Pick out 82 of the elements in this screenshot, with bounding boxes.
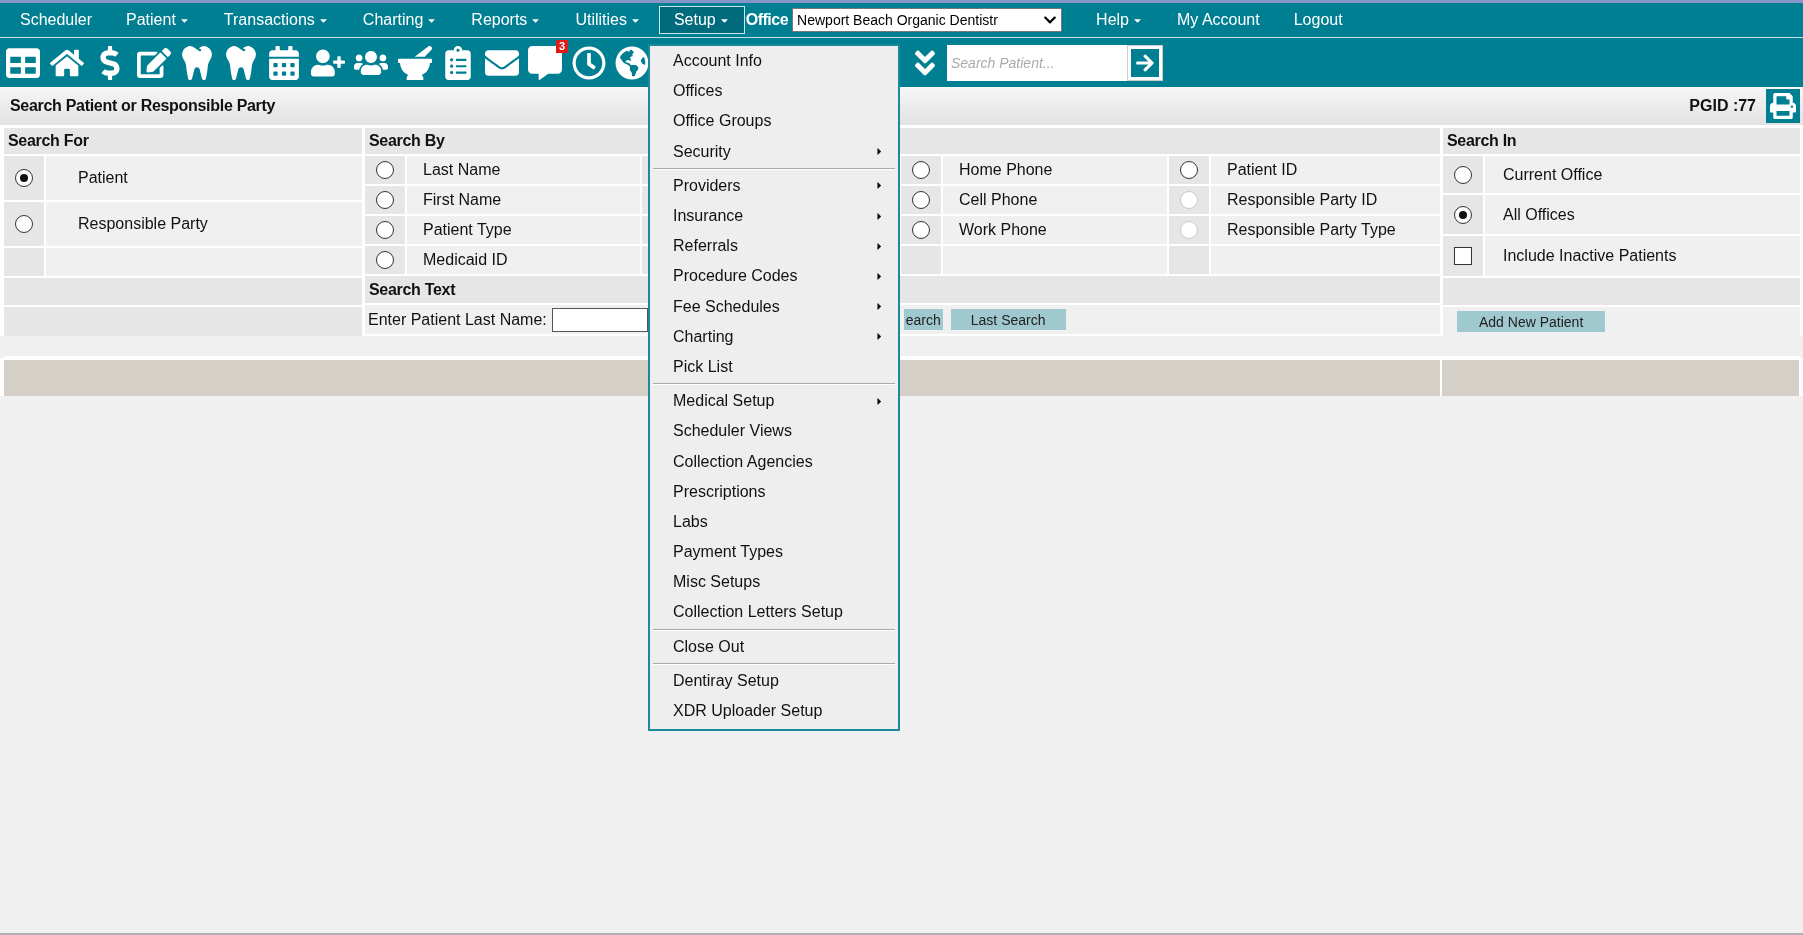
menu-item[interactable]: Help xyxy=(1096,11,1143,29)
menu-entry[interactable]: Labs xyxy=(653,506,895,537)
menu-entry[interactable]: Pick List xyxy=(653,351,895,383)
menu-item[interactable]: Charting xyxy=(362,11,438,29)
option-label: Work Phone xyxy=(943,216,1167,244)
office-select[interactable]: Newport Beach Organic Dentistr xyxy=(792,8,1063,32)
menu-entry[interactable]: Payment Types xyxy=(653,537,895,568)
menu-item[interactable]: My Account xyxy=(1177,11,1260,29)
menu-item[interactable]: Utilities xyxy=(575,11,641,29)
radio-button[interactable] xyxy=(376,161,394,179)
form-cell xyxy=(4,248,44,276)
radio-button[interactable] xyxy=(15,169,33,187)
option-label: Home Phone xyxy=(943,156,1167,184)
radio-button[interactable] xyxy=(376,221,394,239)
edit-icon[interactable] xyxy=(136,45,171,80)
radio-button[interactable] xyxy=(376,251,394,269)
section-header: Search In xyxy=(1443,128,1800,154)
option-label: Last Name xyxy=(407,156,640,184)
option-label: Responsible Party ID xyxy=(1211,186,1440,214)
option-label: Responsible Party Type xyxy=(1211,216,1440,244)
option-label: Patient xyxy=(46,156,362,200)
menu-entry[interactable]: Dentiray Setup xyxy=(653,665,895,696)
calendar-icon[interactable] xyxy=(267,45,301,80)
checkbox[interactable] xyxy=(1454,247,1472,265)
office-label: Office xyxy=(745,11,789,29)
option-label: Include Inactive Patients xyxy=(1485,236,1800,276)
menu-entry[interactable]: Insurance xyxy=(653,200,895,232)
search-button[interactable]: earch xyxy=(903,309,943,330)
section-header: Search For xyxy=(4,128,362,154)
tooth-icon[interactable] xyxy=(223,45,258,80)
radio-button[interactable] xyxy=(1454,165,1472,184)
menu-item[interactable]: Scheduler xyxy=(20,11,93,29)
add-patient-button[interactable]: Add New Patient xyxy=(1457,311,1606,332)
option-label: Responsible Party xyxy=(46,202,362,246)
search-button[interactable]: Last Search xyxy=(950,309,1066,330)
menu-entry[interactable]: Medical Setup xyxy=(653,386,895,417)
last-name-field[interactable] xyxy=(551,307,648,332)
globe-icon[interactable] xyxy=(615,45,649,80)
clock-icon[interactable] xyxy=(571,45,606,80)
option-label: Patient ID xyxy=(1211,156,1440,184)
menu-entry[interactable]: Referrals xyxy=(653,231,895,262)
menu-entry[interactable]: Prescriptions xyxy=(653,476,895,507)
radio-button[interactable] xyxy=(912,191,930,209)
menu-entry[interactable]: Close Out xyxy=(653,631,895,662)
option-label: First Name xyxy=(407,186,640,214)
menu-item[interactable]: Setup xyxy=(658,6,745,34)
menu-entry[interactable]: Account Info xyxy=(653,46,895,77)
radio-button[interactable] xyxy=(912,221,930,239)
option-label: Patient Type xyxy=(407,216,640,244)
option-label: Cell Phone xyxy=(943,186,1167,214)
print-icon[interactable] xyxy=(1766,89,1800,123)
menu-item[interactable]: Logout xyxy=(1293,11,1343,29)
menu-entry[interactable]: Collection Agencies xyxy=(653,446,895,477)
radio-button[interactable] xyxy=(15,215,33,233)
menu-entry[interactable]: Collection Letters Setup xyxy=(653,597,895,628)
option-label: All Offices xyxy=(1485,195,1800,234)
tooth-icon[interactable] xyxy=(180,45,214,80)
search-field[interactable]: Search Patient... xyxy=(947,44,1127,81)
go-button[interactable] xyxy=(1127,44,1163,81)
menu-item[interactable]: Transactions xyxy=(223,11,329,29)
menu-entry[interactable]: XDR Uploader Setup xyxy=(653,695,895,727)
mortar-icon[interactable] xyxy=(397,45,432,80)
radio-button[interactable] xyxy=(1454,205,1472,224)
menu-item[interactable]: Patient xyxy=(126,11,190,29)
menu-entry[interactable]: Offices xyxy=(653,76,895,107)
menu-entry[interactable]: Charting xyxy=(653,321,895,352)
table-icon[interactable] xyxy=(6,45,40,80)
option-label: Medicaid ID xyxy=(407,246,640,274)
page-title: Search Patient or Responsible Party xyxy=(10,97,276,115)
radio-button[interactable] xyxy=(376,191,394,209)
menu-entry[interactable]: Misc Setups xyxy=(653,567,895,598)
menu-entry[interactable]: Scheduler Views xyxy=(653,416,895,447)
message-count-badge: 3 xyxy=(555,39,568,53)
menu-item[interactable]: Reports xyxy=(471,11,542,29)
menu-entry[interactable]: Providers xyxy=(653,170,895,201)
field-label: Enter Patient Last Name: xyxy=(368,310,547,329)
arrow-right-icon xyxy=(1135,52,1155,73)
radio-button[interactable] xyxy=(1180,161,1198,179)
form-cell xyxy=(1169,246,1209,274)
pgid-label: PGID :77 xyxy=(1689,97,1756,115)
radio-button[interactable] xyxy=(912,161,930,179)
option-label: Current Office xyxy=(1485,156,1800,193)
